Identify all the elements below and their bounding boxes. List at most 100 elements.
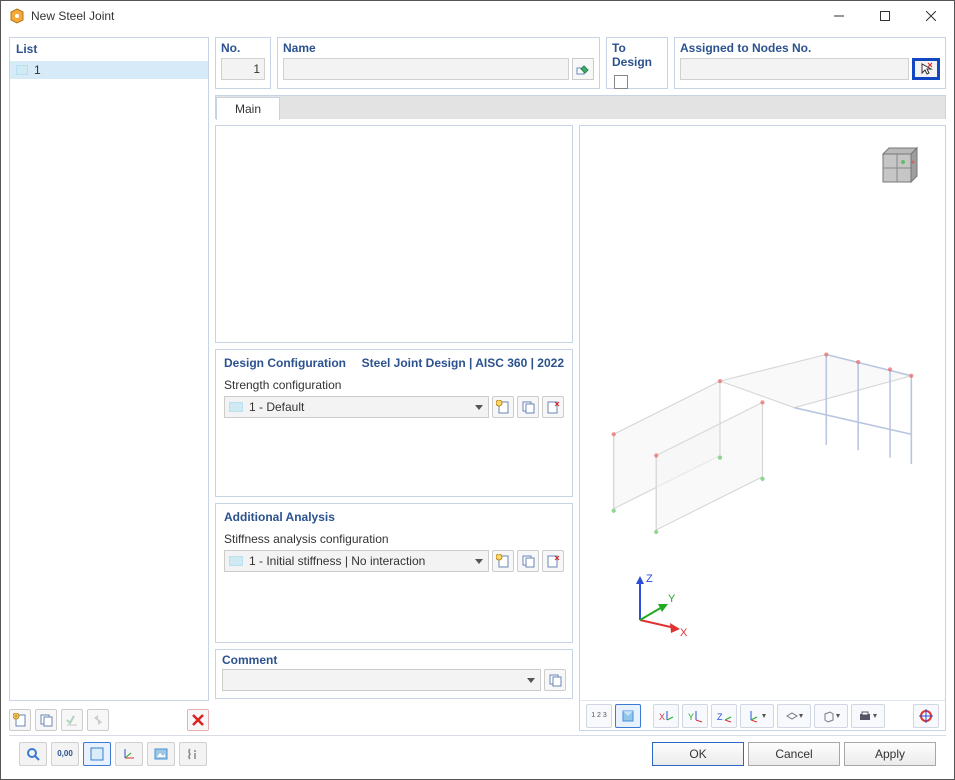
assigned-label: Assigned to Nodes No. bbox=[680, 41, 940, 55]
view-shading-button[interactable] bbox=[615, 704, 641, 728]
check-button[interactable] bbox=[61, 709, 83, 731]
cursor-icon bbox=[919, 62, 933, 76]
edit-config-button[interactable] bbox=[542, 396, 564, 418]
copy-icon bbox=[39, 713, 53, 727]
combo-swatch-icon bbox=[229, 402, 243, 412]
to-design-panel: To Design bbox=[606, 37, 668, 89]
copy-stiffness-button[interactable] bbox=[517, 550, 539, 572]
assigned-input[interactable] bbox=[680, 58, 909, 80]
new-config-button[interactable] bbox=[492, 396, 514, 418]
additional-analysis-panel: Additional Analysis Stiffness analysis c… bbox=[215, 503, 573, 643]
axes-icon bbox=[122, 747, 136, 761]
delete-item-button[interactable] bbox=[187, 709, 209, 731]
copy-config-button[interactable] bbox=[517, 396, 539, 418]
maximize-button[interactable] bbox=[862, 1, 908, 31]
layers-icon bbox=[783, 709, 805, 723]
view-axis-z-button[interactable]: Z bbox=[711, 704, 737, 728]
view-panel: Z X Y bbox=[579, 125, 946, 731]
no-label: No. bbox=[221, 41, 265, 55]
axis-x-icon: X bbox=[658, 709, 674, 723]
iso-icon bbox=[746, 709, 768, 723]
to-design-checkbox[interactable] bbox=[614, 75, 628, 89]
view-numbering-button[interactable]: 1 2 3 bbox=[586, 704, 612, 728]
close-button[interactable] bbox=[908, 1, 954, 31]
decimal-icon: 0,00 bbox=[57, 749, 73, 758]
comment-combo[interactable] bbox=[222, 669, 541, 691]
blank-panel bbox=[215, 125, 573, 343]
design-standard: Steel Joint Design | AISC 360 | 2022 bbox=[362, 356, 564, 370]
pick-nodes-button[interactable] bbox=[912, 58, 940, 80]
no-input[interactable]: 1 bbox=[221, 58, 265, 80]
additional-analysis-header: Additional Analysis bbox=[216, 504, 572, 526]
svg-text:Y: Y bbox=[668, 593, 676, 605]
view-mode-button[interactable] bbox=[83, 742, 111, 766]
chevron-down-icon bbox=[474, 556, 484, 566]
stiffness-config-combo[interactable]: 1 - Initial stiffness | No interaction bbox=[224, 550, 489, 572]
name-input[interactable] bbox=[283, 58, 569, 80]
arrows-button[interactable] bbox=[87, 709, 109, 731]
view-display-menu-button[interactable] bbox=[777, 704, 811, 728]
script-button[interactable] bbox=[179, 742, 207, 766]
comment-panel: Comment bbox=[215, 649, 573, 699]
help-button[interactable] bbox=[19, 742, 47, 766]
name-label: Name bbox=[283, 41, 594, 55]
stiffness-config-value: 1 - Initial stiffness | No interaction bbox=[249, 554, 425, 568]
new-stiffness-button[interactable] bbox=[492, 550, 514, 572]
target-icon bbox=[918, 709, 934, 723]
shading-icon bbox=[621, 709, 635, 723]
view-toolbar: 1 2 3 X Y Z bbox=[580, 700, 945, 730]
view-axis-y-button[interactable]: Y bbox=[682, 704, 708, 728]
view-reset-button[interactable] bbox=[913, 704, 939, 728]
copy-item-button[interactable] bbox=[35, 709, 57, 731]
left-column: List 1 bbox=[9, 37, 209, 731]
title-bar: New Steel Joint bbox=[1, 1, 954, 31]
minimize-button[interactable] bbox=[816, 1, 862, 31]
svg-text:Y: Y bbox=[688, 712, 694, 722]
view-wireframe-menu-button[interactable] bbox=[814, 704, 848, 728]
numbers-icon: 1 2 3 bbox=[591, 712, 607, 719]
to-design-label: To Design bbox=[612, 41, 662, 69]
list-item[interactable]: 1 bbox=[10, 61, 208, 79]
dialog-footer: 0,00 OK Cancel Apply bbox=[9, 735, 946, 771]
transform-button[interactable] bbox=[115, 742, 143, 766]
checklist-icon bbox=[65, 713, 79, 727]
edit-stiffness-button[interactable] bbox=[542, 550, 564, 572]
new-item-button[interactable] bbox=[9, 709, 31, 731]
no-value: 1 bbox=[253, 62, 260, 76]
comment-extra-button[interactable] bbox=[544, 669, 566, 691]
script-icon bbox=[186, 747, 200, 761]
strength-config-label: Strength configuration bbox=[224, 376, 564, 396]
cube-icon bbox=[820, 709, 842, 723]
additional-analysis-title: Additional Analysis bbox=[224, 510, 335, 524]
list-item-swatch-icon bbox=[16, 65, 28, 75]
print-icon bbox=[857, 709, 879, 723]
svg-text:Z: Z bbox=[717, 712, 723, 722]
cancel-button[interactable]: Cancel bbox=[748, 742, 840, 766]
apply-button[interactable]: Apply bbox=[844, 742, 936, 766]
strength-config-combo[interactable]: 1 - Default bbox=[224, 396, 489, 418]
image-button[interactable] bbox=[147, 742, 175, 766]
arrows-icon bbox=[91, 713, 105, 727]
app-icon bbox=[9, 8, 25, 24]
decimal-button[interactable]: 0,00 bbox=[51, 742, 79, 766]
window-controls bbox=[816, 1, 954, 31]
edit-name-button[interactable] bbox=[572, 58, 594, 80]
no-panel: No. 1 bbox=[215, 37, 271, 89]
design-config-panel: Design Configuration Steel Joint Design … bbox=[215, 349, 573, 497]
view-iso-button[interactable] bbox=[740, 704, 774, 728]
view-axis-x-button[interactable]: X bbox=[653, 704, 679, 728]
view-canvas[interactable]: Z X Y bbox=[580, 126, 945, 700]
ok-button[interactable]: OK bbox=[652, 742, 744, 766]
top-field-row: No. 1 Name To Design bbox=[215, 37, 946, 89]
new-doc-icon bbox=[13, 713, 27, 727]
dialog-window: New Steel Joint List 1 bbox=[0, 0, 955, 780]
tab-main[interactable]: Main bbox=[216, 97, 280, 120]
strength-config-value: 1 - Default bbox=[249, 400, 304, 414]
list-item-label: 1 bbox=[34, 63, 41, 77]
view-print-menu-button[interactable] bbox=[851, 704, 885, 728]
delete-x-icon bbox=[191, 713, 205, 727]
tab-strip: Main bbox=[215, 95, 946, 119]
chevron-down-icon bbox=[526, 675, 536, 685]
list-toolbar bbox=[9, 707, 209, 731]
svg-text:X: X bbox=[680, 627, 688, 639]
